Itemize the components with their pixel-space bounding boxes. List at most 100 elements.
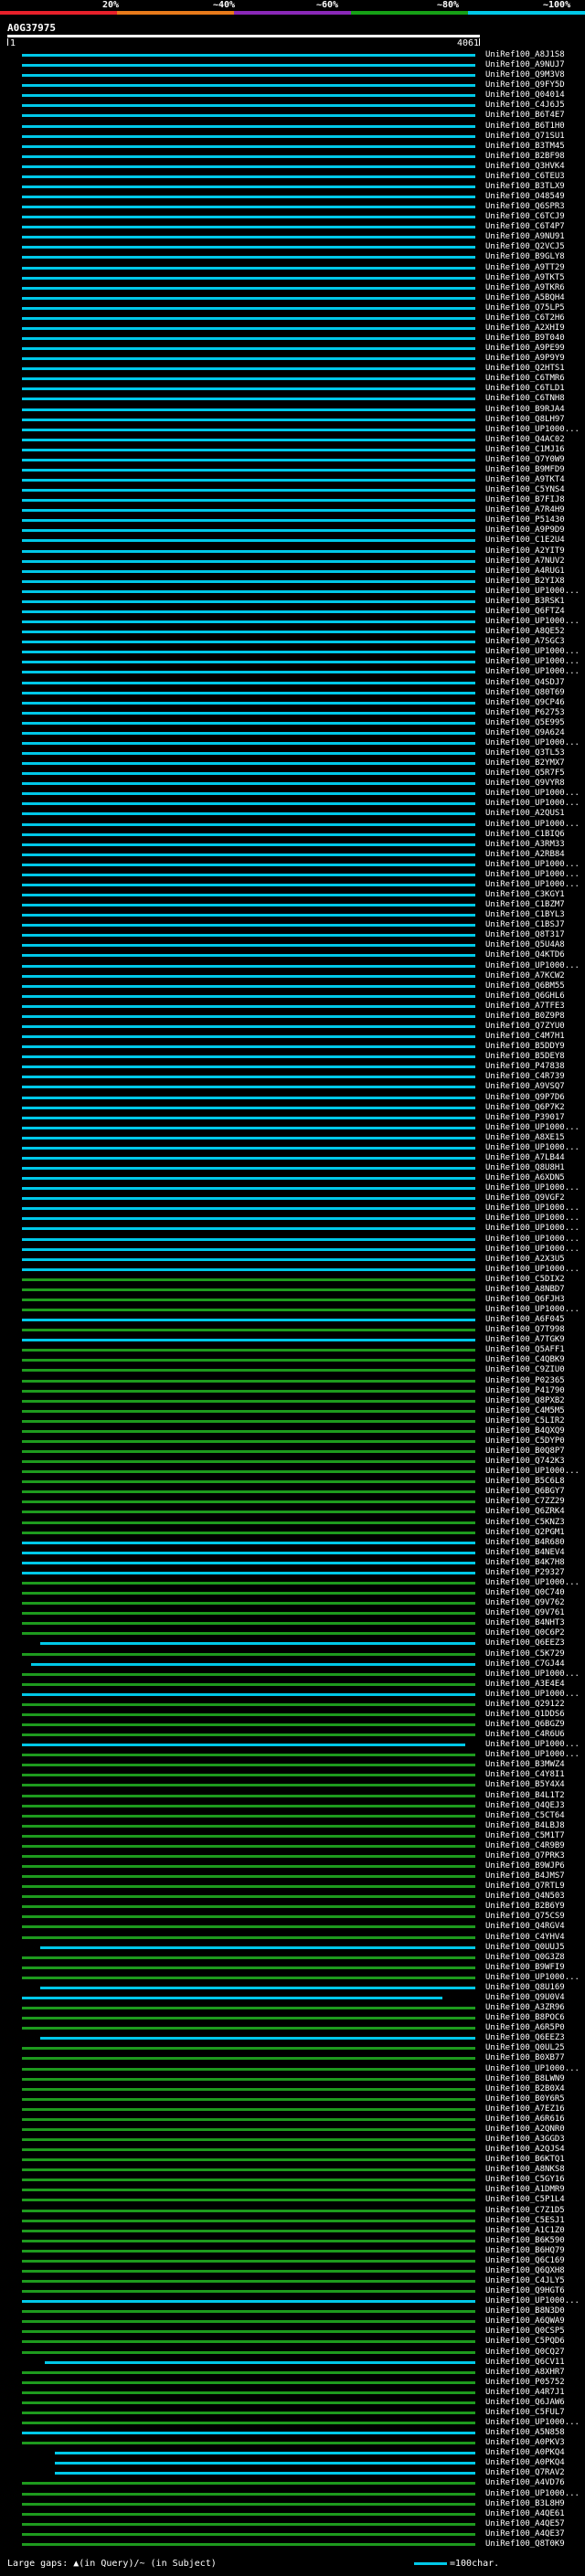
hit-alignment-bar[interactable] <box>21 468 475 472</box>
hit-alignment-bar[interactable] <box>21 74 475 78</box>
hit-label[interactable]: UniRef100_UP1000... <box>485 860 580 869</box>
hit-row[interactable]: UniRef100_Q8PXB2 <box>0 1396 585 1405</box>
hit-label[interactable]: UniRef100_A9NU91 <box>485 232 565 241</box>
hit-label[interactable]: UniRef100_A1C1Z0 <box>485 2226 565 2235</box>
hit-label[interactable]: UniRef100_UP1000... <box>485 2296 580 2306</box>
hit-row[interactable]: UniRef100_Q7RAV2 <box>0 2468 585 2477</box>
hit-row[interactable]: UniRef100_C4YHV4 <box>0 1933 585 1942</box>
hit-row[interactable]: UniRef100_Q7Y0W9 <box>0 455 585 464</box>
hit-row[interactable]: UniRef100_C6TMR6 <box>0 374 585 383</box>
hit-alignment-bar[interactable] <box>21 883 475 886</box>
hit-row[interactable]: UniRef100_UP1000... <box>0 2418 585 2427</box>
hit-row[interactable]: UniRef100_Q75LP5 <box>0 303 585 313</box>
hit-row[interactable]: UniRef100_Q5U4A8 <box>0 940 585 949</box>
hit-row[interactable]: UniRef100_Q6BGY7 <box>0 1487 585 1496</box>
hit-alignment-bar[interactable] <box>21 1237 475 1241</box>
hit-alignment-bar[interactable] <box>21 1935 475 1939</box>
hit-alignment-bar[interactable] <box>21 2340 475 2344</box>
hit-alignment-bar[interactable] <box>21 924 475 928</box>
hit-row[interactable]: UniRef100_A7KCW2 <box>0 971 585 981</box>
hit-alignment-bar[interactable] <box>21 64 475 68</box>
hit-label[interactable]: UniRef100_Q7T998 <box>485 1325 565 1334</box>
hit-alignment-bar[interactable] <box>21 1470 475 1474</box>
hit-label[interactable]: UniRef100_C4JLY5 <box>485 2276 565 2285</box>
hit-label[interactable]: UniRef100_A2XHI9 <box>485 323 565 333</box>
hit-alignment-bar[interactable] <box>21 84 475 88</box>
hit-row[interactable]: UniRef100_C4JLY5 <box>0 2276 585 2285</box>
hit-row[interactable]: UniRef100_A8XE15 <box>0 1133 585 1142</box>
hit-row[interactable]: UniRef100_B4K7H8 <box>0 1558 585 1567</box>
hit-alignment-bar[interactable] <box>21 1247 475 1251</box>
hit-row[interactable]: UniRef100_Q0UL25 <box>0 2043 585 2052</box>
hit-label[interactable]: UniRef100_A7NUV2 <box>485 557 565 566</box>
hit-alignment-bar[interactable] <box>21 479 475 482</box>
hit-row[interactable]: UniRef100_B5DEY8 <box>0 1052 585 1061</box>
hit-label[interactable]: UniRef100_Q6CV11 <box>485 2358 565 2367</box>
hit-label[interactable]: UniRef100_B5Y4X4 <box>485 1780 565 1789</box>
hit-alignment-bar[interactable] <box>21 1702 475 1706</box>
hit-alignment-bar[interactable] <box>21 1480 475 1484</box>
hit-row[interactable]: UniRef100_Q2VCJ5 <box>0 242 585 251</box>
hit-label[interactable]: UniRef100_Q0C740 <box>485 1588 565 1597</box>
hit-label[interactable]: UniRef100_B9T040 <box>485 334 565 343</box>
hit-alignment-bar[interactable] <box>21 196 475 199</box>
hit-label[interactable]: UniRef100_Q2PGM1 <box>485 1528 565 1537</box>
hit-alignment-bar[interactable] <box>21 1966 475 1969</box>
hit-label[interactable]: UniRef100_B3MWZ4 <box>485 1760 565 1769</box>
hit-alignment-bar[interactable] <box>21 1865 475 1869</box>
hit-row[interactable]: UniRef100_Q4RGV4 <box>0 1922 585 1931</box>
hit-row[interactable]: UniRef100_A5N858 <box>0 2428 585 2437</box>
hit-row[interactable]: UniRef100_UP1000... <box>0 647 585 656</box>
hit-row[interactable]: UniRef100_C1BYL3 <box>0 910 585 919</box>
hit-row[interactable]: UniRef100_UP1000... <box>0 1235 585 1244</box>
hit-row[interactable]: UniRef100_B8N3D0 <box>0 2306 585 2316</box>
hit-label[interactable]: UniRef100_B5C6L8 <box>485 1477 565 1486</box>
hit-alignment-bar[interactable] <box>21 1561 475 1564</box>
hit-label[interactable]: UniRef100_A1DMR9 <box>485 2185 565 2194</box>
hit-label[interactable]: UniRef100_UP1000... <box>485 1214 580 1223</box>
hit-row[interactable]: UniRef100_UP1000... <box>0 1690 585 1699</box>
hit-label[interactable]: UniRef100_C5PQD6 <box>485 2337 565 2346</box>
hit-alignment-bar[interactable] <box>21 1521 475 1524</box>
hit-row[interactable]: UniRef100_A4QE37 <box>0 2529 585 2539</box>
hit-row[interactable]: UniRef100_C5DIX2 <box>0 1275 585 1284</box>
hit-label[interactable]: UniRef100_C5YNS4 <box>485 485 565 494</box>
hit-row[interactable]: UniRef100_Q6ZRK4 <box>0 1507 585 1516</box>
hit-label[interactable]: UniRef100_Q7RAV2 <box>485 2468 565 2477</box>
hit-label[interactable]: UniRef100_A0PKV3 <box>485 2438 565 2447</box>
hit-label[interactable]: UniRef100_P05752 <box>485 2378 565 2387</box>
hit-alignment-bar[interactable] <box>21 641 475 644</box>
hit-alignment-bar[interactable] <box>54 2472 475 2475</box>
hit-alignment-bar[interactable] <box>21 1541 475 1544</box>
hit-alignment-bar[interactable] <box>40 2037 475 2041</box>
hit-label[interactable]: UniRef100_Q6BGZ9 <box>485 1720 565 1729</box>
hit-alignment-bar[interactable] <box>21 1197 475 1201</box>
hit-row[interactable]: UniRef100_UP1000... <box>0 1214 585 1223</box>
hit-alignment-bar[interactable] <box>21 1460 475 1464</box>
hit-alignment-bar[interactable] <box>21 1692 475 1696</box>
hit-label[interactable]: UniRef100_Q6EEZ3 <box>485 1638 565 1648</box>
hit-label[interactable]: UniRef100_B9WFI9 <box>485 1963 565 1972</box>
hit-row[interactable]: UniRef100_A9NU91 <box>0 232 585 241</box>
hit-row[interactable]: UniRef100_B2B0X4 <box>0 2084 585 2094</box>
hit-label[interactable]: UniRef100_UP1000... <box>485 657 580 666</box>
hit-alignment-bar[interactable] <box>21 1419 475 1423</box>
hit-label[interactable]: UniRef100_Q9VYR8 <box>485 779 565 788</box>
hit-label[interactable]: UniRef100_A8XE15 <box>485 1133 565 1142</box>
hit-row[interactable]: UniRef100_Q75CS9 <box>0 1912 585 1921</box>
hit-alignment-bar[interactable] <box>21 2189 475 2192</box>
hit-label[interactable]: UniRef100_Q4QEJ3 <box>485 1801 565 1810</box>
hit-alignment-bar[interactable] <box>21 144 475 148</box>
hit-label[interactable]: UniRef100_UP1000... <box>485 1973 580 1982</box>
hit-label[interactable]: UniRef100_UP1000... <box>485 880 580 889</box>
hit-label[interactable]: UniRef100_B4NEV4 <box>485 1548 565 1557</box>
hit-row[interactable]: UniRef100_A8J1S8 <box>0 50 585 59</box>
hit-alignment-bar[interactable] <box>21 387 475 391</box>
hit-row[interactable]: UniRef100_A3E4E4 <box>0 1680 585 1689</box>
hit-row[interactable]: UniRef100_Q2HTS1 <box>0 364 585 373</box>
hit-label[interactable]: UniRef100_Q0UL25 <box>485 2043 565 2052</box>
hit-row[interactable]: UniRef100_Q9FY5D <box>0 80 585 90</box>
hit-alignment-bar[interactable] <box>21 873 475 876</box>
hit-label[interactable]: UniRef100_B9GLY8 <box>485 252 565 261</box>
hit-row[interactable]: UniRef100_Q6BGZ9 <box>0 1720 585 1729</box>
